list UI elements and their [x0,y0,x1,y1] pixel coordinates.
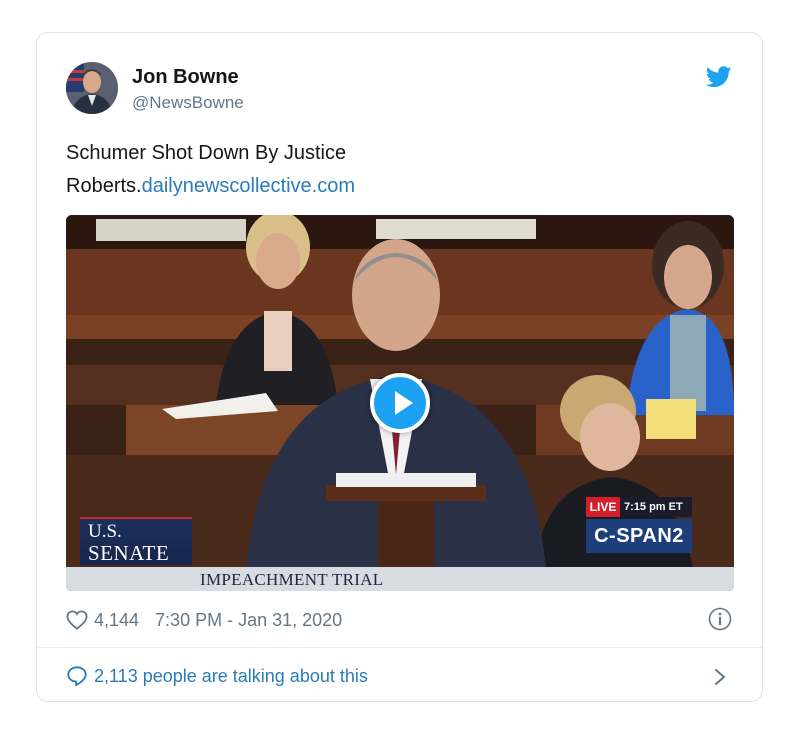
senate-logo: U.S. SENATE [80,517,192,565]
video-thumbnail[interactable]: U.S. SENATE LIVE 7:15 pm ET C-SPAN2 IMPE… [66,215,734,591]
chevron-right-icon[interactable] [713,667,727,687]
tweet-text: Schumer Shot Down By Justice Roberts.dai… [66,137,686,203]
twitter-bird-icon[interactable] [706,66,732,88]
conversation-link[interactable]: 2,113 people are talking about this [66,663,368,689]
speech-bubble-icon [67,666,87,687]
avatar[interactable] [66,62,118,114]
author-name[interactable]: Jon Bowne [132,66,239,89]
tweet-card: Jon Bowne @NewsBowne Schumer Shot Down B… [36,32,763,702]
heart-icon[interactable] [66,610,88,630]
senate-logo-line2: SENATE [88,541,170,565]
network-logo: C-SPAN2 [586,519,692,553]
live-bar: LIVE 7:15 pm ET [586,497,692,517]
tweet-meta: 4,144 7:30 PM - Jan 31, 2020 [66,608,342,632]
avatar-image [66,62,118,114]
tweet-link[interactable]: dailynewscollective.com [142,175,355,197]
timestamp[interactable]: 7:30 PM - Jan 31, 2020 [155,610,342,631]
live-time: 7:15 pm ET [624,501,683,513]
conversation-text: 2,113 people are talking about this [94,665,368,686]
like-count[interactable]: 4,144 [94,610,139,631]
network-bug: LIVE 7:15 pm ET C-SPAN2 [586,497,692,567]
lower-third-title: IMPEACHMENT TRIAL [200,570,384,589]
play-icon[interactable] [370,373,430,433]
info-icon[interactable] [708,607,732,631]
tweet-text-line1: Schumer Shot Down By Justice [66,142,347,164]
divider [37,647,762,648]
tweet-text-line2: Roberts. [66,175,142,197]
author-handle[interactable]: @NewsBowne [132,93,244,113]
live-tag: LIVE [586,497,620,517]
lower-third: IMPEACHMENT TRIAL [66,567,734,591]
senate-logo-line1: U.S. [88,521,122,542]
